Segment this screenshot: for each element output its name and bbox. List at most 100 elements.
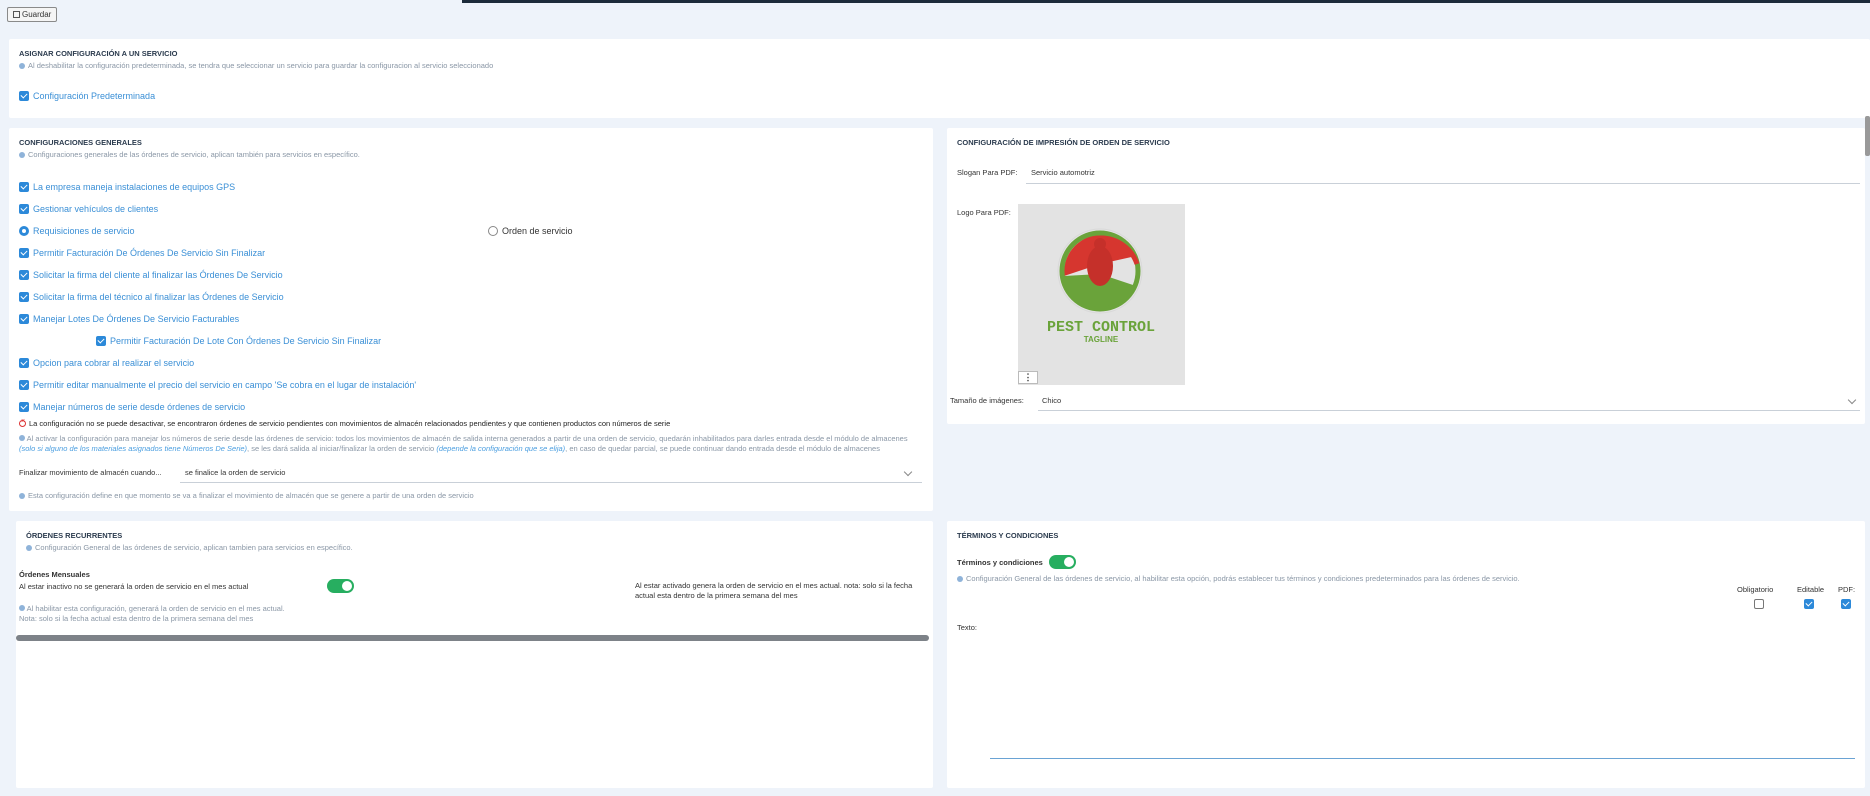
- logo-options-button[interactable]: ⋮: [1018, 371, 1038, 384]
- warehouse-select[interactable]: se finalice la orden de servicio: [185, 468, 285, 477]
- monthly-note-line2: Nota: solo si la fecha actual esta dentr…: [19, 613, 254, 623]
- terms-card: [947, 521, 1865, 788]
- checkbox-checked-icon: [19, 292, 29, 302]
- orders-radio[interactable]: Orden de servicio: [488, 226, 573, 236]
- warehouse-underline: [180, 482, 922, 483]
- default-config-checkbox[interactable]: Configuración Predeterminada: [19, 91, 155, 101]
- serials-note-1: Al activar la configuración para manejar…: [26, 434, 908, 443]
- monthly-title: Órdenes Mensuales: [19, 570, 90, 579]
- terms-textarea[interactable]: [990, 758, 1855, 759]
- orders-label: Orden de servicio: [502, 226, 573, 236]
- logo-label: Logo Para PDF:: [957, 208, 1011, 217]
- help-icon: [957, 575, 963, 582]
- radio-selected-icon: [19, 226, 29, 236]
- serials-note-italic-2: (depende la configuración que se elija): [436, 443, 566, 453]
- horizontal-scrollbar[interactable]: [16, 635, 929, 641]
- warehouse-hint-text: Esta configuración define en que momento…: [28, 491, 474, 500]
- terms-toggle-label: Términos y condiciones: [957, 558, 1043, 567]
- checkbox-checked-icon: [19, 248, 29, 258]
- monthly-toggle[interactable]: [327, 579, 354, 593]
- help-icon: [19, 151, 25, 158]
- default-config-label: Configuración Predeterminada: [33, 91, 156, 101]
- serials-label: Manejar números de serie desde órdenes d…: [33, 402, 246, 412]
- checkbox-checked-icon: [19, 314, 29, 324]
- save-button[interactable]: Guardar: [7, 7, 58, 22]
- serials-error: La configuración no se puede desactivar,…: [19, 418, 671, 428]
- help-icon: [19, 492, 25, 499]
- pdf-checkbox[interactable]: [1841, 599, 1851, 609]
- col-pdf-label: PDF:: [1838, 585, 1856, 594]
- col-required-label: Obligatorio: [1737, 585, 1774, 594]
- logo-image[interactable]: PEST CONTROL TAGLINE: [1018, 204, 1185, 385]
- warehouse-hint: Esta configuración define en que momento…: [19, 491, 474, 500]
- general-hint: Configuraciones generales de las órdenes…: [19, 150, 360, 159]
- requisitions-radio[interactable]: Requisiciones de servicio: [19, 226, 135, 236]
- charge-label: Opcion para cobrar al realizar el servic…: [33, 358, 195, 368]
- tech-sign-label: Solicitar la firma del técnico al finali…: [33, 292, 284, 302]
- checkbox-checked-icon: [19, 91, 29, 101]
- requisitions-label: Requisiciones de servicio: [33, 226, 135, 236]
- batch-unfinished-checkbox[interactable]: Permitir Facturación De Lote Con Órdenes…: [96, 336, 381, 346]
- general-hint-text: Configuraciones generales de las órdenes…: [28, 150, 360, 159]
- save-icon: [13, 11, 20, 18]
- col-editable-label: Editable: [1797, 585, 1825, 594]
- vehicles-label: Gestionar vehículos de clientes: [33, 204, 159, 214]
- assign-hint: Al deshabilitar la configuración predete…: [19, 61, 493, 70]
- text-label: Texto:: [957, 623, 978, 632]
- batches-checkbox[interactable]: Manejar Lotes De Órdenes De Servicio Fac…: [19, 314, 239, 324]
- checkbox-checked-icon: [96, 336, 106, 346]
- monthly-note: Al habilitar esta configuración, generar…: [19, 604, 285, 623]
- terms-title: TÉRMINOS Y CONDICIONES: [957, 531, 1059, 540]
- print-title: CONFIGURACIÓN DE IMPRESIÓN DE ORDEN DE S…: [957, 138, 1170, 147]
- tech-sign-checkbox[interactable]: Solicitar la firma del técnico al finali…: [19, 292, 284, 302]
- checkbox-checked-icon: [19, 358, 29, 368]
- required-checkbox[interactable]: [1754, 599, 1764, 609]
- general-title: CONFIGURACIONES GENERALES: [19, 138, 142, 147]
- gps-label: La empresa maneja instalaciones de equip…: [33, 182, 236, 192]
- invoice-unfinished-checkbox[interactable]: Permitir Facturación De Órdenes De Servi…: [19, 248, 265, 258]
- edit-price-checkbox[interactable]: Permitir editar manualmente el precio de…: [19, 380, 416, 390]
- scrollbar-thumb[interactable]: [1865, 116, 1870, 156]
- assign-title: ASIGNAR CONFIGURACIÓN A UN SERVICIO: [19, 49, 178, 58]
- assign-config-card: [9, 39, 1870, 156]
- image-size-select[interactable]: Chico: [1042, 396, 1061, 405]
- recurring-title: ÓRDENES RECURRENTES: [26, 531, 123, 540]
- radio-empty-icon: [488, 226, 498, 236]
- warehouse-label: Finalizar movimiento de almacén cuando..…: [19, 468, 162, 477]
- recurring-hint: Configuración General de las órdenes de …: [26, 543, 353, 552]
- serials-note-italic-1: (solo si alguno de los materiales asigna…: [19, 443, 248, 453]
- gps-checkbox[interactable]: La empresa maneja instalaciones de equip…: [19, 182, 235, 192]
- logo-text-sub: TAGLINE: [1084, 335, 1119, 344]
- serials-error-text: La configuración no se puede desactivar,…: [29, 419, 671, 428]
- recurring-card: [16, 521, 933, 788]
- recurring-hint-text: Configuración General de las órdenes de …: [35, 543, 353, 552]
- serials-note: Al activar la configuración para manejar…: [19, 434, 919, 453]
- serials-note-3: , en caso de quedar parcial, se puede co…: [565, 443, 880, 453]
- help-icon: [19, 605, 25, 611]
- help-icon: [19, 435, 25, 441]
- edit-price-label: Permitir editar manualmente el precio de…: [33, 380, 417, 390]
- terms-hint: Configuración General de las órdenes de …: [957, 574, 1520, 583]
- help-icon: [19, 62, 25, 69]
- checkbox-checked-icon: [19, 402, 29, 412]
- serials-note-2: , se les dará salida al iniciar/finaliza…: [247, 443, 435, 453]
- checkbox-checked-icon: [19, 270, 29, 280]
- image-size-label: Tamaño de imágenes:: [950, 396, 1024, 405]
- slogan-input[interactable]: Servicio automotriz: [1031, 168, 1095, 177]
- checkbox-checked-icon: [19, 204, 29, 214]
- help-icon: [26, 544, 32, 551]
- charge-checkbox[interactable]: Opcion para cobrar al realizar el servic…: [19, 358, 194, 368]
- editable-checkbox[interactable]: [1804, 599, 1814, 609]
- logo-text-main: PEST CONTROL: [1047, 319, 1155, 336]
- terms-hint-text: Configuración General de las órdenes de …: [966, 574, 1520, 583]
- serials-checkbox[interactable]: Manejar números de serie desde órdenes d…: [19, 402, 245, 412]
- inactive-text: Al estar inactivo no se generará la orde…: [19, 582, 249, 591]
- slogan-underline: [1026, 183, 1860, 184]
- assign-hint-text: Al deshabilitar la configuración predete…: [28, 61, 494, 70]
- terms-toggle[interactable]: [1049, 555, 1076, 569]
- client-sign-checkbox[interactable]: Solicitar la firma del cliente al finali…: [19, 270, 283, 280]
- vehicles-checkbox[interactable]: Gestionar vehículos de clientes: [19, 204, 158, 214]
- batches-label: Manejar Lotes De Órdenes De Servicio Fac…: [33, 314, 240, 324]
- batch-unfinished-label: Permitir Facturación De Lote Con Órdenes…: [110, 336, 382, 346]
- invoice-unfinished-label: Permitir Facturación De Órdenes De Servi…: [33, 248, 266, 258]
